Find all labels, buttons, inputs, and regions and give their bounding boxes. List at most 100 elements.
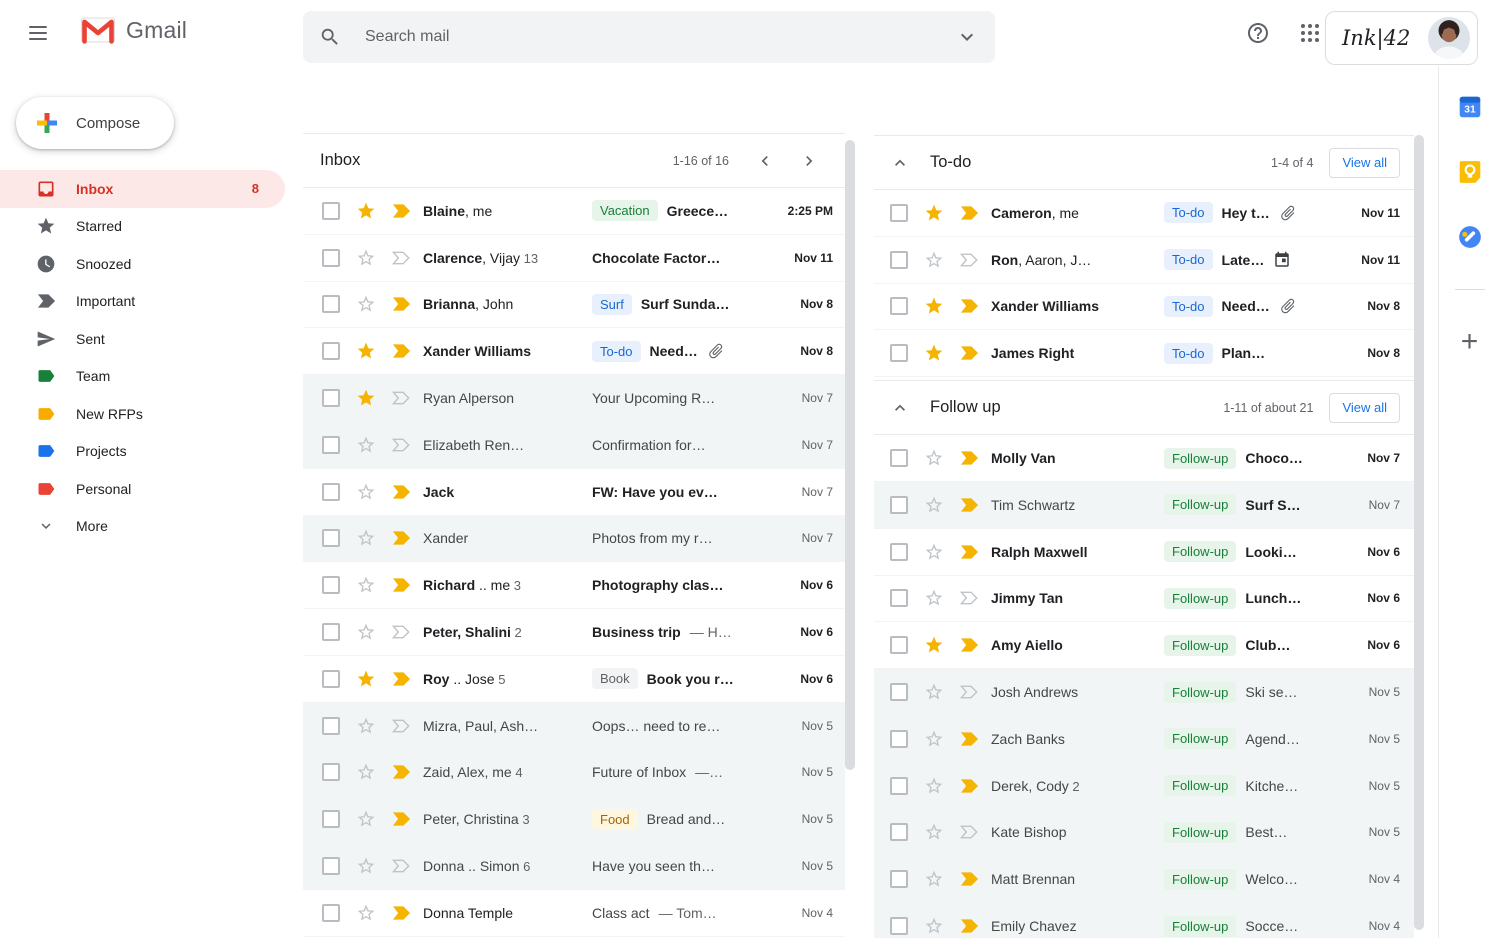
importance-marker-icon[interactable] [959, 253, 979, 267]
row-checkbox[interactable] [890, 297, 908, 315]
row-checkbox[interactable] [322, 202, 340, 220]
help-icon[interactable] [1246, 21, 1270, 45]
view-all-button[interactable]: View all [1329, 393, 1400, 423]
sidebar-item-more[interactable]: More [0, 508, 285, 546]
label-chip[interactable]: Follow-up [1164, 728, 1236, 749]
email-row[interactable]: James RightTo-doPlan…Nov 8 [874, 330, 1414, 377]
importance-marker-icon[interactable] [959, 451, 979, 465]
view-all-button[interactable]: View all [1329, 148, 1400, 178]
importance-marker-icon[interactable] [391, 719, 411, 733]
label-chip[interactable]: Follow-up [1164, 541, 1236, 562]
sidebar-item-important[interactable]: Important [0, 283, 285, 321]
tasks-icon[interactable] [1457, 224, 1483, 250]
account-chip[interactable]: Ink|42 [1325, 11, 1478, 65]
chevron-left-icon[interactable] [743, 151, 787, 171]
star-icon[interactable] [924, 729, 944, 749]
compose-button[interactable]: Compose [16, 97, 174, 149]
importance-marker-icon[interactable] [391, 672, 411, 686]
scrollbar-thumb[interactable] [845, 140, 855, 770]
email-row[interactable]: Kate BishopFollow-upBest…Nov 5 [874, 810, 1414, 857]
hamburger-menu-icon[interactable] [26, 21, 50, 45]
star-icon[interactable] [356, 201, 376, 221]
importance-marker-icon[interactable] [959, 638, 979, 652]
importance-marker-icon[interactable] [959, 346, 979, 360]
label-chip[interactable]: Follow-up [1164, 869, 1236, 890]
importance-marker-icon[interactable] [959, 206, 979, 220]
importance-marker-icon[interactable] [959, 919, 979, 933]
email-row[interactable]: Ron, Aaron, J…To-doLate…Nov 11 [874, 237, 1414, 284]
email-row[interactable]: Richard .. me 3Photography clas…Nov 6 [303, 562, 845, 609]
sidebar-item-inbox[interactable]: Inbox8 [0, 170, 285, 208]
importance-marker-icon[interactable] [391, 531, 411, 545]
star-icon[interactable] [356, 669, 376, 689]
row-checkbox[interactable] [890, 589, 908, 607]
row-checkbox[interactable] [322, 483, 340, 501]
importance-marker-icon[interactable] [391, 625, 411, 639]
label-chip[interactable]: Vacation [592, 200, 658, 221]
email-row[interactable]: Cameron, meTo-doHey t…Nov 11 [874, 190, 1414, 237]
star-icon[interactable] [924, 542, 944, 562]
row-checkbox[interactable] [322, 623, 340, 641]
importance-marker-icon[interactable] [959, 498, 979, 512]
sidebar-item-sent[interactable]: Sent [0, 320, 285, 358]
star-icon[interactable] [924, 588, 944, 608]
row-checkbox[interactable] [890, 496, 908, 514]
email-row[interactable]: Mizra, Paul, Ash…Oops… need to re…Nov 5 [303, 703, 845, 750]
chevron-right-icon[interactable] [787, 151, 831, 171]
label-chip[interactable]: Food [592, 809, 638, 830]
scrollbar-thumb[interactable] [1414, 135, 1424, 930]
email-row[interactable]: Amy AielloFollow-upClub…Nov 6 [874, 622, 1414, 669]
star-icon[interactable] [356, 435, 376, 455]
star-icon[interactable] [356, 575, 376, 595]
label-chip[interactable]: To-do [1164, 202, 1213, 223]
email-row[interactable]: Peter, Shalini 2Business trip — H…Nov 6 [303, 609, 845, 656]
email-row[interactable]: Brianna, JohnSurfSurf Sunda…Nov 8 [303, 282, 845, 329]
sidebar-item-starred[interactable]: Starred [0, 208, 285, 246]
label-chip[interactable]: Surf [592, 294, 632, 315]
search-bar[interactable] [303, 11, 995, 63]
importance-marker-icon[interactable] [959, 825, 979, 839]
importance-marker-icon[interactable] [959, 779, 979, 793]
sidebar-item-projects[interactable]: Projects [0, 433, 285, 471]
search-options-chevron-icon[interactable] [955, 25, 979, 49]
row-checkbox[interactable] [890, 683, 908, 701]
email-row[interactable]: Derek, Cody 2Follow-upKitche…Nov 5 [874, 763, 1414, 810]
row-checkbox[interactable] [322, 810, 340, 828]
label-chip[interactable]: To-do [592, 341, 641, 362]
email-row[interactable]: Tim SchwartzFollow-upSurf S…Nov 7 [874, 482, 1414, 529]
row-checkbox[interactable] [322, 670, 340, 688]
importance-marker-icon[interactable] [391, 485, 411, 499]
importance-marker-icon[interactable] [391, 859, 411, 873]
star-icon[interactable] [356, 294, 376, 314]
calendar-icon[interactable]: 31 [1457, 94, 1483, 120]
email-row[interactable]: Ryan AlpersonYour Upcoming R…Nov 7 [303, 375, 845, 422]
sidebar-item-team[interactable]: Team [0, 358, 285, 396]
email-row[interactable]: Xander WilliamsTo-doNeed…Nov 8 [874, 284, 1414, 331]
label-chip[interactable]: Follow-up [1164, 448, 1236, 469]
row-checkbox[interactable] [322, 576, 340, 594]
importance-marker-icon[interactable] [391, 438, 411, 452]
row-checkbox[interactable] [322, 857, 340, 875]
row-checkbox[interactable] [890, 823, 908, 841]
email-row[interactable]: Ralph MaxwellFollow-upLooki…Nov 6 [874, 529, 1414, 576]
row-checkbox[interactable] [890, 449, 908, 467]
email-row[interactable]: Jimmy TanFollow-upLunch…Nov 6 [874, 576, 1414, 623]
star-icon[interactable] [924, 635, 944, 655]
email-row[interactable]: Emily ChavezFollow-upSocce…Nov 4 [874, 903, 1414, 938]
email-row[interactable]: Elizabeth Ren…Confirmation for…Nov 7 [303, 422, 845, 469]
importance-marker-icon[interactable] [391, 251, 411, 265]
importance-marker-icon[interactable] [391, 812, 411, 826]
star-icon[interactable] [356, 809, 376, 829]
label-chip[interactable]: Follow-up [1164, 775, 1236, 796]
star-icon[interactable] [356, 856, 376, 876]
row-checkbox[interactable] [890, 636, 908, 654]
email-row[interactable]: Clarence, Vijay 13Chocolate Factor…Nov 1… [303, 235, 845, 282]
label-chip[interactable]: To-do [1164, 296, 1213, 317]
star-icon[interactable] [356, 762, 376, 782]
sidebar-item-personal[interactable]: Personal [0, 470, 285, 508]
gmail-logo[interactable]: Gmail [80, 16, 187, 44]
row-checkbox[interactable] [322, 717, 340, 735]
row-checkbox[interactable] [322, 342, 340, 360]
importance-marker-icon[interactable] [959, 685, 979, 699]
star-icon[interactable] [924, 822, 944, 842]
